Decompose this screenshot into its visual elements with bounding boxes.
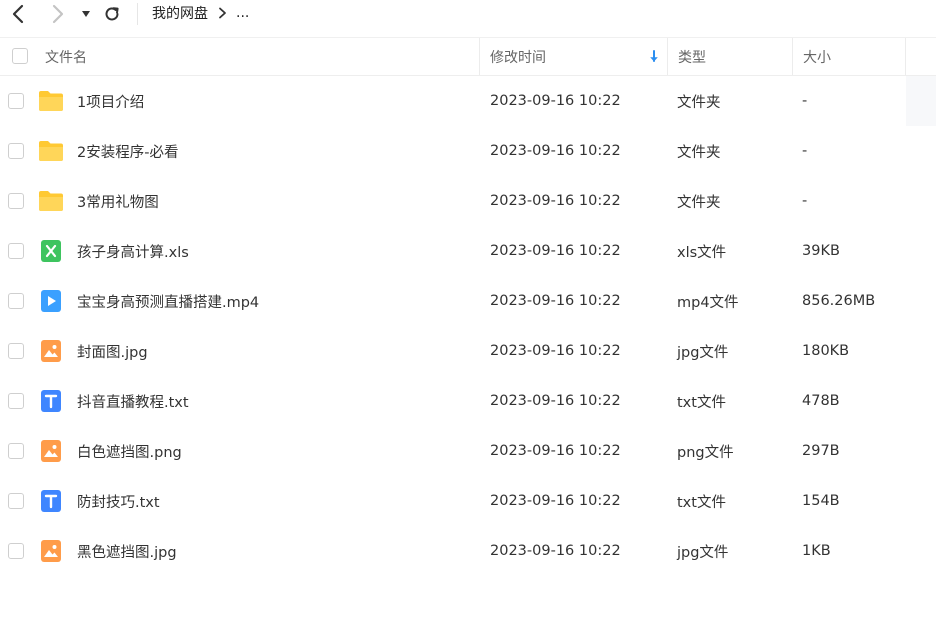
file-type: 文件夹 [677,194,721,211]
breadcrumb-separator-icon [218,7,227,19]
toolbar-divider [137,3,138,25]
breadcrumb-more[interactable]: ... [236,5,249,21]
file-size: 39KB [802,243,840,259]
chevron-left-icon [12,4,24,24]
row-checkbox[interactable] [8,493,24,509]
folder-icon [38,138,64,164]
file-row[interactable]: 宝宝身高预测直播搭建.mp4 2023-09-16 10:22 mp4文件 85… [0,276,936,326]
toolbar: 我的网盘 ... [0,0,936,30]
file-type: jpg文件 [677,544,729,561]
file-size: 1KB [802,543,831,559]
file-row[interactable]: 白色遮挡图.png 2023-09-16 10:22 png文件 297B [0,426,936,476]
row-checkbox[interactable] [8,143,24,159]
excel-file-icon [38,238,64,264]
file-row[interactable]: 封面图.jpg 2023-09-16 10:22 jpg文件 180KB [0,326,936,376]
history-dropdown-button[interactable] [76,2,96,26]
file-modified-time: 2023-09-16 10:22 [490,343,621,359]
file-row[interactable]: 黑色遮挡图.jpg 2023-09-16 10:22 jpg文件 1KB [0,526,936,576]
arrow-down-icon[interactable] [648,50,660,64]
file-row[interactable]: 防封技巧.txt 2023-09-16 10:22 txt文件 154B [0,476,936,526]
column-resize-handle[interactable] [667,38,668,75]
column-resize-handle[interactable] [792,38,793,75]
file-modified-time: 2023-09-16 10:22 [490,93,621,109]
folder-icon [38,188,64,214]
file-name[interactable]: 防封技巧.txt [77,476,160,526]
image-file-icon [38,338,64,364]
file-size: 856.26MB [802,293,876,309]
file-type: xls文件 [677,244,727,261]
text-file-icon [38,388,64,414]
row-checkbox[interactable] [8,293,24,309]
file-type: mp4文件 [677,294,739,311]
text-file-icon [38,488,64,514]
file-modified-time: 2023-09-16 10:22 [490,193,621,209]
file-type: txt文件 [677,494,726,511]
image-file-icon [38,438,64,464]
file-name[interactable]: 3常用礼物图 [77,176,159,226]
column-header-name[interactable]: 文件名 [45,38,87,75]
file-size: - [802,93,808,109]
file-name[interactable]: 抖音直播教程.txt [77,376,189,426]
chevron-right-icon [52,4,64,24]
refresh-button[interactable] [101,2,123,26]
breadcrumb-root[interactable]: 我的网盘 [152,3,208,23]
column-header-type[interactable]: 类型 [678,38,706,75]
row-checkbox[interactable] [8,343,24,359]
file-name[interactable]: 白色遮挡图.png [77,426,182,476]
file-size: 154B [802,493,840,509]
row-checkbox[interactable] [8,393,24,409]
file-type: 文件夹 [677,94,721,111]
back-button[interactable] [7,2,29,26]
file-row[interactable]: 抖音直播教程.txt 2023-09-16 10:22 txt文件 478B [0,376,936,426]
file-type: 文件夹 [677,144,721,161]
file-list-header: 文件名 修改时间 类型 大小 [0,38,936,76]
file-name[interactable]: 1项目介绍 [77,76,144,126]
breadcrumb: 我的网盘 ... [152,3,249,23]
file-name[interactable]: 黑色遮挡图.jpg [77,526,177,576]
file-row[interactable]: 1项目介绍 2023-09-16 10:22 文件夹 - [0,76,936,126]
column-header-size[interactable]: 大小 [803,38,831,75]
row-checkbox[interactable] [8,93,24,109]
column-header-time[interactable]: 修改时间 [490,38,546,75]
file-row[interactable]: 孩子身高计算.xls 2023-09-16 10:22 xls文件 39KB [0,226,936,276]
file-row[interactable]: 2安装程序-必看 2023-09-16 10:22 文件夹 - [0,126,936,176]
row-checkbox[interactable] [8,243,24,259]
video-file-icon [38,288,64,314]
file-modified-time: 2023-09-16 10:22 [490,543,621,559]
file-size: 297B [802,443,840,459]
column-resize-handle[interactable] [905,38,906,75]
file-name[interactable]: 2安装程序-必看 [77,126,178,176]
folder-icon [38,88,64,114]
file-size: - [802,193,808,209]
file-size: - [802,143,808,159]
file-modified-time: 2023-09-16 10:22 [490,293,621,309]
file-list: 1项目介绍 2023-09-16 10:22 文件夹 - 2安装程序-必看 20… [0,76,936,576]
row-checkbox[interactable] [8,543,24,559]
file-modified-time: 2023-09-16 10:22 [490,443,621,459]
select-all-checkbox[interactable] [12,48,28,64]
file-modified-time: 2023-09-16 10:22 [490,393,621,409]
file-modified-time: 2023-09-16 10:22 [490,243,621,259]
file-type: jpg文件 [677,344,729,361]
file-size: 180KB [802,343,850,359]
row-checkbox[interactable] [8,193,24,209]
column-resize-handle[interactable] [479,38,480,75]
row-checkbox[interactable] [8,443,24,459]
file-type: txt文件 [677,394,726,411]
file-modified-time: 2023-09-16 10:22 [490,143,621,159]
image-file-icon [38,538,64,564]
forward-button[interactable] [47,2,69,26]
file-size: 478B [802,393,840,409]
file-type: png文件 [677,444,734,461]
file-row[interactable]: 3常用礼物图 2023-09-16 10:22 文件夹 - [0,176,936,226]
refresh-icon [105,7,119,21]
file-name[interactable]: 孩子身高计算.xls [77,226,189,276]
caret-down-icon [82,11,90,17]
file-name[interactable]: 宝宝身高预测直播搭建.mp4 [77,276,259,326]
file-name[interactable]: 封面图.jpg [77,326,148,376]
file-modified-time: 2023-09-16 10:22 [490,493,621,509]
